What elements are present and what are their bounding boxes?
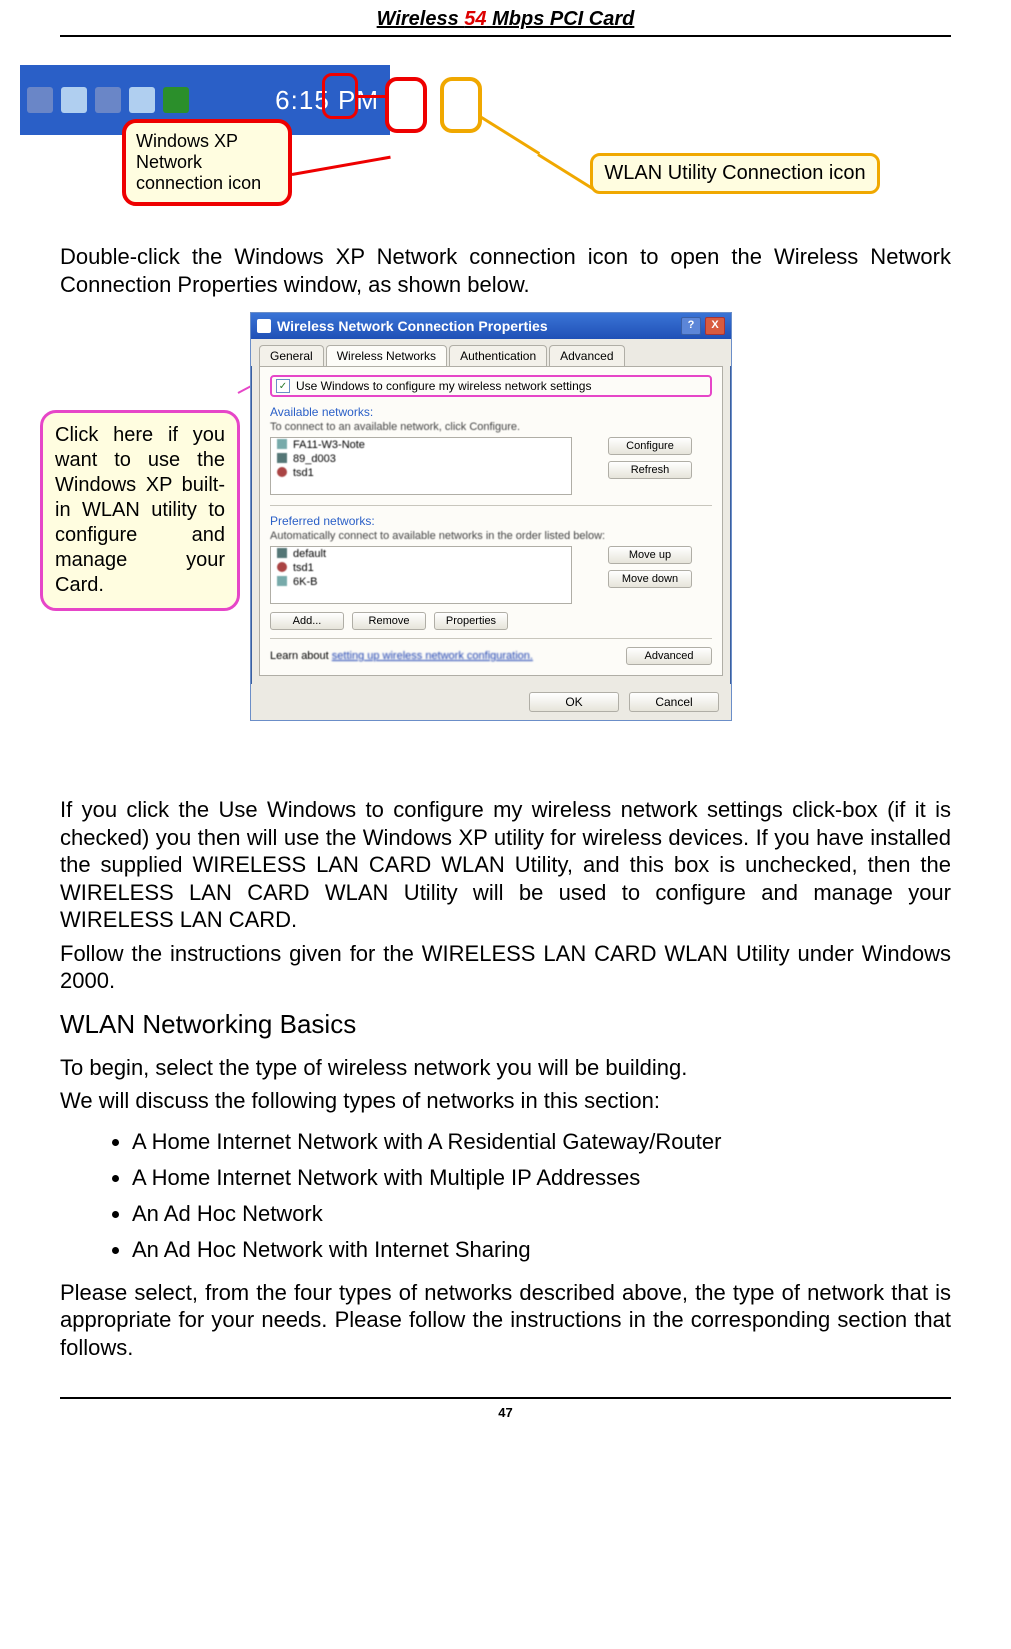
move-up-button[interactable]: Move up: [608, 546, 692, 564]
tab-general[interactable]: General: [259, 345, 324, 366]
available-networks-label: Available networks:: [270, 405, 712, 419]
tab-authentication[interactable]: Authentication: [449, 345, 547, 366]
paragraph-3: Follow the instructions given for the WI…: [60, 940, 951, 995]
learn-about-link[interactable]: setting up wireless network configuratio…: [332, 650, 533, 662]
dialog-title-text: Wireless Network Connection Properties: [277, 318, 548, 334]
tray-icon-monitor: [61, 87, 87, 113]
list-item: A Home Internet Network with Multiple IP…: [132, 1165, 951, 1191]
highlight-box-wlan-icon: [440, 77, 482, 133]
network-icon: [277, 439, 287, 449]
ok-button[interactable]: OK: [529, 692, 619, 712]
header-suffix: Mbps PCI Card: [487, 8, 635, 30]
list-item[interactable]: 6K-B: [271, 575, 571, 589]
preferred-networks-hint: Automatically connect to available netwo…: [270, 530, 712, 542]
use-windows-checkbox-row[interactable]: ✓ Use Windows to configure my wireless n…: [270, 375, 712, 397]
close-button[interactable]: X: [705, 317, 725, 335]
network-icon: [277, 562, 287, 572]
help-button[interactable]: ?: [681, 317, 701, 335]
yellow-connector-line-2: [537, 153, 596, 192]
remove-button[interactable]: Remove: [352, 612, 426, 630]
tray-icon-display: [129, 87, 155, 113]
properties-button[interactable]: Properties: [434, 612, 508, 630]
tab-advanced[interactable]: Advanced: [549, 345, 624, 366]
tray-icon-signal: [163, 87, 189, 113]
red-callout-connector: [292, 156, 391, 176]
list-item[interactable]: tsd1: [271, 561, 571, 575]
available-networks-list[interactable]: FA11-W3-Note 89_d003 tsd1: [270, 437, 572, 495]
paragraph-4: To begin, select the type of wireless ne…: [60, 1054, 951, 1082]
configure-button[interactable]: Configure: [608, 437, 692, 455]
callout-pink-text: Click here if you want to use the Window…: [55, 424, 225, 596]
network-icon: [277, 548, 287, 558]
list-item[interactable]: 89_d003: [271, 452, 571, 466]
callout-wlan-text: WLAN Utility Connection icon: [604, 162, 865, 184]
tab-body: ✓ Use Windows to configure my wireless n…: [259, 366, 723, 676]
callout-use-windows-checkbox: Click here if you want to use the Window…: [40, 410, 240, 611]
wireless-properties-dialog: Wireless Network Connection Properties ?…: [250, 312, 732, 721]
red-connector-line: [358, 95, 388, 98]
highlight-box-xp-icon: [385, 77, 427, 133]
add-button[interactable]: Add...: [270, 612, 344, 630]
dialog-bottom-buttons: OK Cancel: [251, 684, 731, 720]
footer-divider: [60, 1397, 951, 1399]
page-header-title: Wireless 54 Mbps PCI Card: [60, 0, 951, 35]
callout-wlan-utility-icon: WLAN Utility Connection icon: [590, 153, 880, 194]
list-item[interactable]: default: [271, 547, 571, 561]
available-networks-hint: To connect to an available network, clic…: [270, 421, 712, 433]
tab-wireless-networks[interactable]: Wireless Networks: [326, 345, 447, 366]
list-item: An Ad Hoc Network: [132, 1201, 951, 1227]
properties-dialog-diagram: Click here if you want to use the Window…: [60, 312, 951, 772]
dialog-title-icon: [257, 319, 271, 333]
systray-diagram: 6:15 PM Windows XP Network connection ic…: [60, 65, 951, 225]
tray-icon-group: [27, 87, 189, 113]
header-red: 54: [464, 8, 486, 30]
dialog-titlebar: Wireless Network Connection Properties ?…: [251, 313, 731, 339]
preferred-networks-list[interactable]: default tsd1 6K-B: [270, 546, 572, 604]
advanced-button[interactable]: Advanced: [626, 647, 712, 665]
network-icon: [277, 576, 287, 586]
yellow-connector-line-1: [479, 115, 540, 155]
tray-icon-generic: [27, 87, 53, 113]
paragraph-2: If you click the Use Windows to configur…: [60, 796, 951, 934]
paragraph-1: Double-click the Windows XP Network conn…: [60, 243, 951, 298]
page-number: 47: [60, 1405, 951, 1420]
preferred-action-buttons: Add... Remove Properties: [270, 612, 712, 630]
move-down-button[interactable]: Move down: [608, 570, 692, 588]
learn-about-text: Learn about setting up wireless network …: [270, 650, 626, 662]
list-item[interactable]: FA11-W3-Note: [271, 438, 571, 452]
checkbox-label: Use Windows to configure my wireless net…: [296, 379, 591, 393]
list-item: A Home Internet Network with A Residenti…: [132, 1129, 951, 1155]
header-prefix: Wireless: [377, 8, 465, 30]
cancel-button[interactable]: Cancel: [629, 692, 719, 712]
paragraph-5: We will discuss the following types of n…: [60, 1087, 951, 1115]
network-icon: [277, 467, 287, 477]
dialog-tabs: General Wireless Networks Authentication…: [251, 339, 731, 366]
header-divider: [60, 35, 951, 37]
list-item: An Ad Hoc Network with Internet Sharing: [132, 1237, 951, 1263]
checkbox-icon[interactable]: ✓: [276, 379, 290, 393]
network-icon: [277, 453, 287, 463]
network-types-list: A Home Internet Network with A Residenti…: [60, 1129, 951, 1263]
highlight-box-systray-icon: [322, 73, 358, 119]
tray-icon-network: [95, 87, 121, 113]
list-item[interactable]: tsd1: [271, 466, 571, 480]
refresh-button[interactable]: Refresh: [608, 461, 692, 479]
group-divider: [270, 505, 712, 506]
paragraph-6: Please select, from the four types of ne…: [60, 1279, 951, 1362]
section-heading-wlan-basics: WLAN Networking Basics: [60, 1009, 951, 1040]
group-divider-2: [270, 638, 712, 639]
callout-xp-text: Windows XP Network connection icon: [136, 131, 261, 193]
preferred-networks-label: Preferred networks:: [270, 514, 712, 528]
callout-xp-network-icon: Windows XP Network connection icon: [122, 119, 292, 206]
